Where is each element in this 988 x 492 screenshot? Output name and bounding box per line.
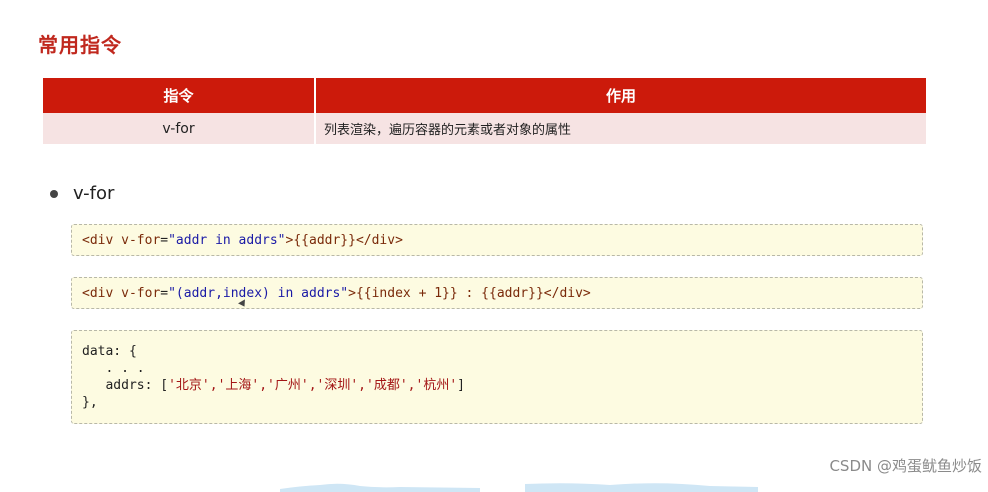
code-block-data: data: { . . . addrs: ['北京','上海','广州','深圳… xyxy=(71,330,923,424)
code-tag-open: <div xyxy=(82,233,122,248)
code-addrs-prefix: addrs: [ xyxy=(82,378,169,393)
code-value: "(addr,index) in addrs" xyxy=(168,286,349,301)
code-tag-open: <div xyxy=(82,286,122,301)
code-rest: >{{index + 1}} : {{addr}}</div> xyxy=(348,286,591,301)
code-line: addrs: ['北京','上海','广州','深圳','成都','杭州'] xyxy=(82,377,912,394)
code-eq: = xyxy=(160,286,169,301)
code-rest: >{{addr}}</div> xyxy=(285,233,403,248)
bullet-item: v-for xyxy=(50,183,114,204)
slide-page: 常用指令 指令 作用 v-for 列表渲染，遍历容器的元素或者对象的属性 v-f… xyxy=(0,0,988,492)
bullet-label: v-for xyxy=(73,183,115,204)
table-header-directive: 指令 xyxy=(43,78,316,113)
code-block-index: <div v-for="(addr,index) in addrs">{{ind… xyxy=(71,277,923,309)
code-line: data: { xyxy=(82,344,137,359)
table-cell-purpose: 列表渲染，遍历容器的元素或者对象的属性 xyxy=(315,113,926,144)
decorative-wave xyxy=(280,483,758,492)
code-addrs-suffix: ] xyxy=(457,378,465,393)
watermark: CSDN @鸡蛋鱿鱼炒饭 xyxy=(829,457,982,475)
code-block-simple: <div v-for="addr in addrs">{{addr}}</div… xyxy=(71,224,923,256)
code-line: . . . xyxy=(82,361,145,376)
code-addrs-values: '北京','上海','广州','深圳','成都','杭州' xyxy=(168,378,458,393)
code-value: "addr in addrs" xyxy=(168,233,286,248)
table-cell-directive: v-for xyxy=(43,113,316,144)
code-line: }, xyxy=(82,395,98,410)
section-title: 常用指令 xyxy=(38,33,122,57)
bullet-dot-icon xyxy=(50,189,58,198)
directive-table: 指令 作用 v-for 列表渲染，遍历容器的元素或者对象的属性 xyxy=(43,78,926,144)
table-row: v-for 列表渲染，遍历容器的元素或者对象的属性 xyxy=(43,113,926,144)
code-attr: v-for xyxy=(121,233,161,248)
code-eq: = xyxy=(160,233,169,248)
code-attr: v-for xyxy=(121,286,161,301)
table-header-purpose: 作用 xyxy=(315,78,926,113)
